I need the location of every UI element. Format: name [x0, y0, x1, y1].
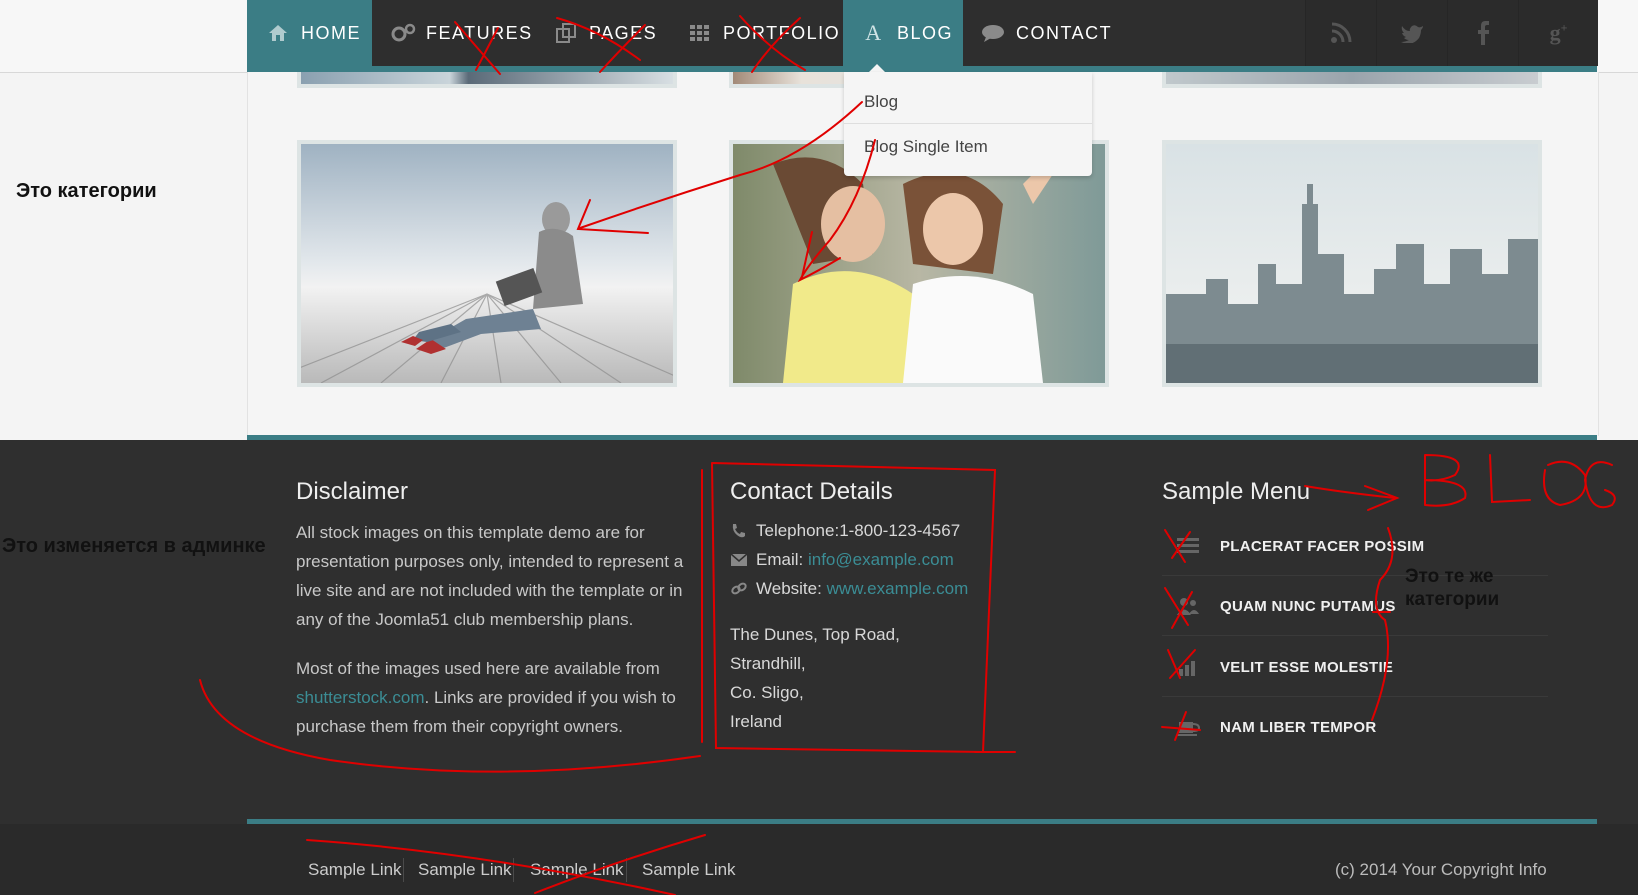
font-a-icon: A [865, 20, 883, 45]
telephone-value: 1-800-123-4567 [839, 521, 961, 540]
copy-icon [553, 23, 579, 43]
contact-telephone: Telephone: 1-800-123-4567 [730, 521, 960, 541]
nav-blog[interactable]: A BLOG [843, 0, 963, 66]
annotation-same-categories: Это те же категории [1405, 566, 1500, 610]
gears-icon [390, 23, 416, 43]
sample-menu-title: Sample Menu [1162, 478, 1311, 505]
bottom-link-4[interactable]: Sample Link [642, 860, 736, 880]
thumb-hooded-man[interactable] [297, 140, 677, 387]
phone-icon [730, 523, 750, 539]
disclaimer-p2-prefix: Most of the images used here are availab… [296, 659, 660, 678]
nav-home[interactable]: HOME [247, 0, 372, 66]
bottom-link-2[interactable]: Sample Link [418, 860, 512, 880]
nav-features-label: FEATURES [426, 22, 533, 43]
copyright-text: (c) 2014 Your Copyright Info [1335, 860, 1547, 879]
disclaimer-title: Disclaimer [296, 478, 409, 505]
nav-contact-label: CONTACT [1016, 22, 1113, 43]
address-line-4: Ireland [730, 712, 782, 731]
city-skyline-photo [1166, 144, 1538, 383]
telephone-label: Telephone: [756, 521, 840, 540]
dropdown-item-blog[interactable]: Blog [844, 80, 1092, 124]
contact-website: Website: www.example.com [730, 579, 968, 599]
nav-features[interactable]: FEATURES [390, 0, 533, 66]
home-icon [265, 23, 291, 43]
twitter-button[interactable] [1376, 0, 1447, 66]
disclaimer-paragraph-1: All stock images on this template demo a… [296, 523, 684, 629]
users-icon [1170, 594, 1206, 618]
blog-dropdown-menu: Blog Blog Single Item [844, 72, 1092, 176]
rss-button[interactable] [1305, 0, 1376, 66]
list-icon [1170, 534, 1206, 558]
annotation-admin: Это изменяется в админке [2, 535, 266, 557]
sample-menu-item-4[interactable]: NAM LIBER TEMPOR [1162, 698, 1548, 756]
shutterstock-link[interactable]: shutterstock.com [296, 688, 425, 707]
google-plus-button[interactable]: g+ [1518, 0, 1598, 66]
nav-pages[interactable]: PAGES [553, 0, 657, 66]
nav-pages-label: PAGES [589, 22, 658, 43]
bottom-separator [626, 858, 627, 882]
bottom-separator [513, 858, 514, 882]
nav-home-label: HOME [301, 22, 361, 43]
rss-icon [1331, 22, 1352, 43]
disclaimer-paragraph-2: Most of the images used here are availab… [296, 654, 688, 741]
coffee-icon [1170, 715, 1206, 739]
sample-menu-item-3[interactable]: VELIT ESSE MOLESTIE [1162, 638, 1548, 697]
two-girls-photo [733, 144, 1105, 383]
sample-menu-item-4-label: NAM LIBER TEMPOR [1220, 718, 1377, 736]
footer-accent-line [247, 435, 1597, 440]
address-line-1: The Dunes, Top Road, [730, 625, 900, 644]
bottom-link-3[interactable]: Sample Link [530, 860, 624, 880]
bar-chart-icon [1170, 655, 1206, 679]
grid-icon [687, 23, 713, 43]
contact-email: Email: info@example.com [730, 550, 954, 570]
bottom-link-1[interactable]: Sample Link [308, 860, 402, 880]
facebook-icon [1478, 21, 1489, 45]
speech-bubble-icon [980, 23, 1006, 43]
sample-menu-item-3-label: VELIT ESSE MOLESTIE [1220, 658, 1394, 676]
address-line-3: Co. Sligo, [730, 683, 804, 702]
dropdown-item-blog-single[interactable]: Blog Single Item [844, 125, 1092, 169]
sample-menu-item-1-label: PLACERAT FACER POSSIM [1220, 537, 1425, 555]
website-label: Website: [756, 579, 827, 598]
sample-menu-item-2-label: QUAM NUNC PUTAMUS [1220, 597, 1396, 615]
email-label: Email: [756, 550, 808, 569]
annotation-categories: Это категории [16, 180, 157, 202]
facebook-button[interactable] [1447, 0, 1518, 66]
thumb-city-skyline[interactable] [1162, 140, 1542, 387]
link-icon [730, 581, 750, 597]
contact-title: Contact Details [730, 478, 893, 505]
email-link[interactable]: info@example.com [808, 550, 954, 570]
bottom-separator [403, 858, 404, 882]
hooded-man-laptop-photo [301, 144, 673, 383]
nav-portfolio-label: PORTFOLIO [723, 22, 841, 43]
thumb-two-girls[interactable] [729, 140, 1109, 387]
twitter-icon [1401, 25, 1423, 43]
google-plus-icon: g+ [1549, 20, 1568, 45]
address-line-2: Strandhill, [730, 654, 806, 673]
dropdown-item-blog-label: Blog [864, 91, 899, 111]
website-link[interactable]: www.example.com [827, 579, 969, 599]
nav-blog-label: BLOG [897, 22, 954, 43]
dropdown-item-blog-single-label: Blog Single Item [864, 137, 988, 156]
nav-contact[interactable]: CONTACT [980, 0, 1112, 66]
envelope-icon [730, 552, 750, 568]
nav-portfolio[interactable]: PORTFOLIO [687, 0, 840, 66]
